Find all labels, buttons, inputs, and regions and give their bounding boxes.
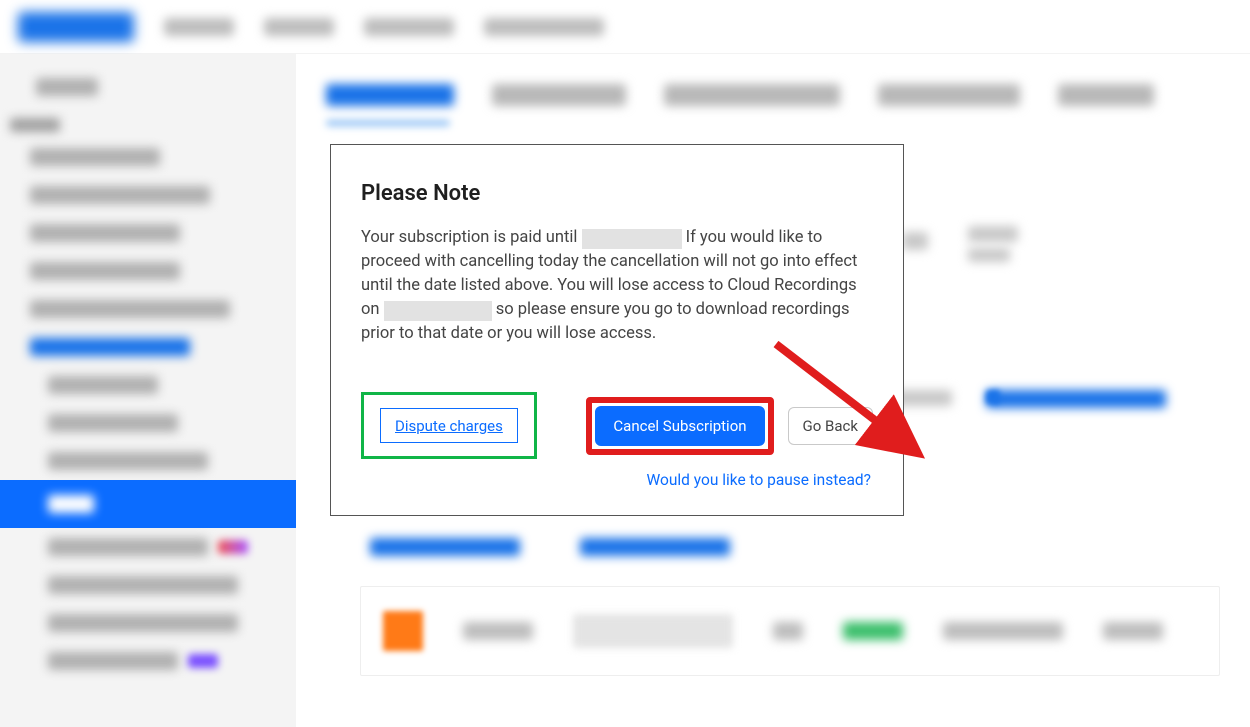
main-content: Please Note Your subscription is paid un… bbox=[296, 54, 1250, 727]
annotation-red-box: Cancel Subscription bbox=[586, 397, 773, 455]
plan-text bbox=[773, 622, 803, 640]
sidebar-section bbox=[10, 118, 60, 132]
sidebar-subitem[interactable] bbox=[48, 652, 178, 670]
sidebar-item[interactable] bbox=[30, 186, 210, 204]
redacted-date bbox=[582, 229, 682, 249]
dialog-title: Please Note bbox=[361, 181, 873, 206]
tab-underline bbox=[326, 120, 450, 126]
plan-select[interactable] bbox=[573, 614, 733, 648]
sidebar-subitem[interactable] bbox=[48, 538, 208, 556]
link-placeholder[interactable] bbox=[370, 538, 520, 556]
nav-link[interactable] bbox=[364, 18, 454, 36]
sidebar-subitem[interactable] bbox=[48, 576, 238, 594]
sidebar bbox=[0, 54, 296, 727]
sidebar-item[interactable] bbox=[30, 300, 230, 318]
cancellation-dialog: Please Note Your subscription is paid un… bbox=[330, 144, 904, 516]
plan-text bbox=[463, 622, 533, 640]
sidebar-item-active[interactable] bbox=[0, 480, 296, 528]
bg-placeholder bbox=[986, 390, 1166, 408]
plan-text bbox=[943, 622, 1063, 640]
bg-placeholder bbox=[968, 226, 1018, 242]
sidebar-subitem[interactable] bbox=[48, 376, 158, 394]
sidebar-item[interactable] bbox=[36, 78, 98, 96]
sidebar-subitem[interactable] bbox=[48, 452, 208, 470]
tab[interactable] bbox=[878, 84, 1020, 106]
pause-instead-link[interactable]: Would you like to pause instead? bbox=[647, 471, 871, 489]
bg-placeholder bbox=[986, 390, 1000, 404]
tab-bar bbox=[326, 84, 1250, 106]
sidebar-item[interactable] bbox=[30, 224, 180, 242]
dialog-body: Your subscription is paid until If you w… bbox=[361, 226, 873, 346]
dispute-charges-link[interactable]: Dispute charges bbox=[395, 417, 503, 435]
sidebar-subitem[interactable] bbox=[48, 414, 178, 432]
logo bbox=[18, 12, 134, 42]
redacted-date bbox=[384, 301, 492, 321]
plan-card bbox=[360, 586, 1220, 676]
bg-placeholder bbox=[968, 248, 1010, 262]
plan-icon bbox=[383, 611, 423, 651]
dispute-charges-box[interactable]: Dispute charges bbox=[380, 408, 518, 443]
plan-text bbox=[1103, 622, 1163, 640]
top-navbar bbox=[0, 0, 1250, 54]
sidebar-item[interactable] bbox=[30, 338, 190, 356]
sidebar-item[interactable] bbox=[30, 262, 180, 280]
tab[interactable] bbox=[664, 84, 840, 106]
nav-link[interactable] bbox=[264, 18, 334, 36]
nav-link[interactable] bbox=[484, 18, 604, 36]
tab[interactable] bbox=[492, 84, 626, 106]
body-text-1: Your subscription is paid until bbox=[361, 228, 582, 247]
dialog-actions: Dispute charges Cancel Subscription Go B… bbox=[361, 392, 873, 459]
sidebar-subitem[interactable] bbox=[48, 614, 238, 632]
tab-active[interactable] bbox=[326, 84, 454, 106]
badge bbox=[188, 654, 218, 668]
bg-placeholder bbox=[902, 232, 928, 250]
cancel-subscription-button[interactable]: Cancel Subscription bbox=[595, 406, 764, 446]
status-badge bbox=[843, 622, 903, 640]
annotation-green-box: Dispute charges bbox=[361, 392, 537, 459]
tab[interactable] bbox=[1058, 84, 1154, 106]
go-back-button[interactable]: Go Back bbox=[788, 407, 873, 445]
sidebar-item[interactable] bbox=[30, 148, 160, 166]
nav-link[interactable] bbox=[164, 18, 234, 36]
badge bbox=[218, 540, 248, 554]
link-placeholder[interactable] bbox=[580, 538, 730, 556]
